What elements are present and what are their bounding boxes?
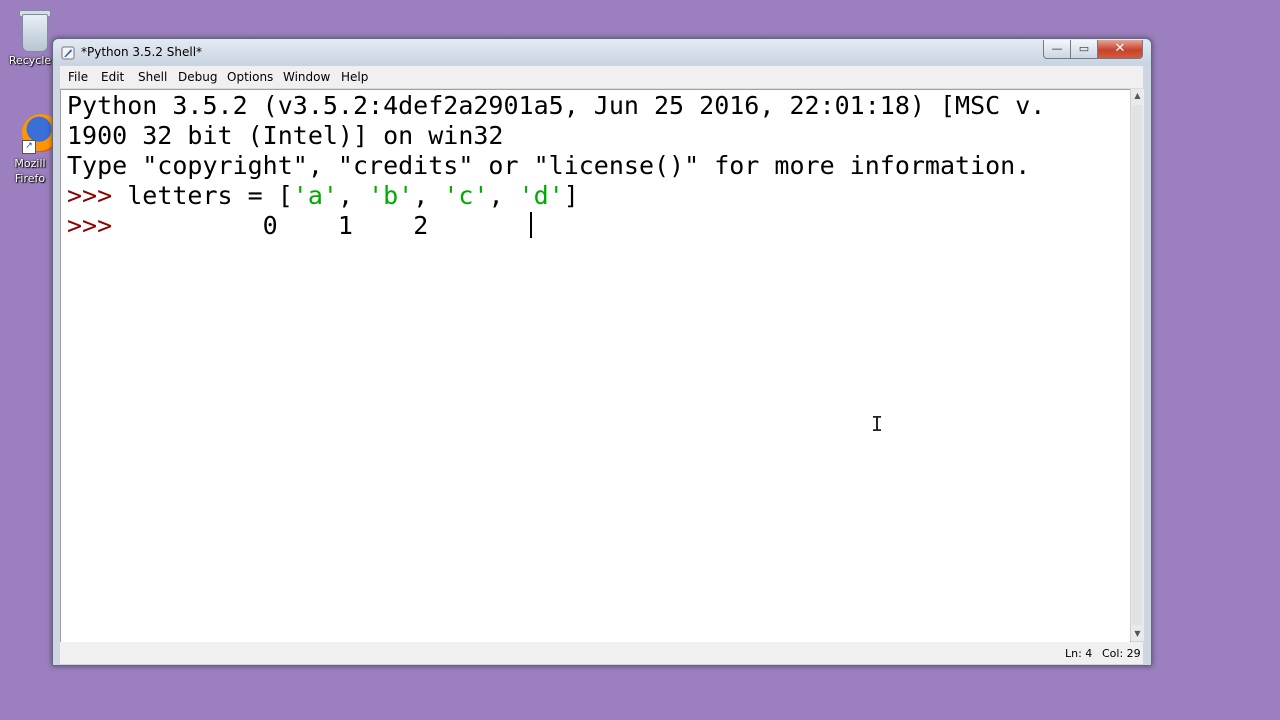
text-caret <box>530 212 532 238</box>
shell-input-line-1: >>> letters = ['a', 'b', 'c', 'd'] <box>67 181 579 211</box>
firefox-icon: ↗ <box>10 110 60 154</box>
string-literal: 'c' <box>443 181 489 210</box>
window-title: *Python 3.5.2 Shell* <box>81 45 203 59</box>
string-literal: 'd' <box>518 181 564 210</box>
scroll-down-arrow-icon[interactable]: ▼ <box>1131 627 1144 641</box>
title-bar[interactable]: *Python 3.5.2 Shell* — ▭ ✕ <box>53 39 1151 66</box>
string-literal: 'a' <box>292 181 338 210</box>
minimize-button[interactable]: — <box>1043 40 1071 59</box>
code-text: letters = [ <box>127 181 293 210</box>
status-column-number: Col: 29 <box>1102 647 1141 660</box>
code-text: , <box>337 181 369 210</box>
string-literal: 'b' <box>368 181 414 210</box>
python-feather-icon <box>61 46 75 60</box>
code-text: ] <box>563 181 579 210</box>
shell-prompt: >>> <box>67 211 128 240</box>
ibeam-cursor-icon: I <box>871 412 884 436</box>
scroll-up-arrow-icon[interactable]: ▲ <box>1131 89 1144 103</box>
shell-banner-line-3: Type "copyright", "credits" or "license(… <box>67 151 1031 180</box>
code-text: 0 1 2 <box>127 211 459 240</box>
vertical-scrollbar[interactable]: ▲ ▼ <box>1130 89 1144 641</box>
code-text: , <box>413 181 444 210</box>
menu-help[interactable]: Help <box>341 70 368 84</box>
idle-shell-window: *Python 3.5.2 Shell* — ▭ ✕ File Edit She… <box>52 38 1152 666</box>
shell-input-line-2: >>> 0 1 2 <box>67 211 458 241</box>
desktop-icon-label: Mozill Firefo <box>14 157 46 185</box>
desktop-icon-firefox[interactable]: ↗ Mozill Firefo <box>0 110 60 186</box>
menu-file[interactable]: File <box>68 70 88 84</box>
shell-banner-line-1: Python 3.5.2 (v3.5.2:4def2a2901a5, Jun 2… <box>67 91 1046 120</box>
shell-banner-line-2: 1900 32 bit (Intel)] on win32 <box>67 121 504 150</box>
scrollbar-thumb[interactable] <box>1132 105 1142 625</box>
menu-edit[interactable]: Edit <box>101 70 124 84</box>
close-button[interactable]: ✕ <box>1097 40 1143 59</box>
status-line-number: Ln: 4 <box>1065 647 1093 660</box>
maximize-button[interactable]: ▭ <box>1070 40 1098 59</box>
shell-text-area[interactable]: Python 3.5.2 (v3.5.2:4def2a2901a5, Jun 2… <box>60 89 1131 643</box>
menu-debug[interactable]: Debug <box>178 70 217 84</box>
status-bar: Ln: 4 Col: 29 <box>60 642 1143 664</box>
recycle-bin-icon <box>10 8 51 52</box>
menu-options[interactable]: Options <box>227 70 273 84</box>
desktop-icon-recycle-bin[interactable]: Recycle <box>0 8 60 67</box>
menu-shell[interactable]: Shell <box>138 70 167 84</box>
menu-window[interactable]: Window <box>283 70 330 84</box>
menu-bar: File Edit Shell Debug Options Window Hel… <box>60 66 1143 89</box>
shortcut-arrow-icon: ↗ <box>22 140 36 154</box>
desktop-icon-label: Recycle <box>8 54 52 67</box>
code-text: , <box>488 181 519 210</box>
shell-prompt: >>> <box>67 181 128 210</box>
